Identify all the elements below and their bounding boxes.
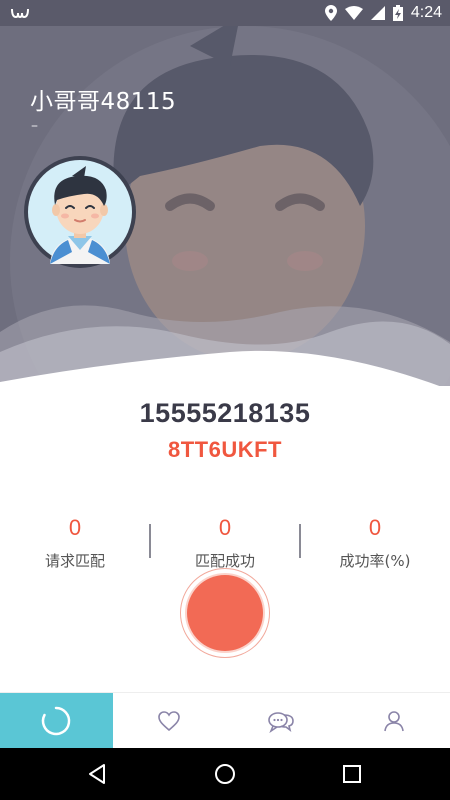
stat-label: 请求匹配 <box>44 552 105 570</box>
invite-code: 8TT6UKFT <box>168 437 282 462</box>
match-button[interactable] <box>180 568 270 658</box>
bottom-tab-bar <box>0 692 450 749</box>
phone-number: 15555218135 <box>139 398 311 428</box>
signal-icon <box>370 6 385 20</box>
tab-favorites[interactable] <box>113 693 226 749</box>
stat-match-success: 0 匹配成功 <box>150 512 300 571</box>
profile-header: 小哥哥48115 – <box>0 26 450 386</box>
status-time: 4:24 <box>410 4 442 21</box>
stat-label: 成功率(%) <box>339 552 411 570</box>
location-icon <box>324 5 337 21</box>
stat-value: 0 <box>68 515 82 540</box>
tab-profile[interactable] <box>338 693 450 749</box>
tab-messages[interactable] <box>225 693 338 749</box>
back-icon[interactable] <box>85 762 109 786</box>
system-nav-bar <box>0 748 450 800</box>
tab-match[interactable] <box>0 693 113 749</box>
notification-icon <box>11 8 29 19</box>
stat-value: 0 <box>218 515 232 540</box>
status-bar: 4:24 <box>0 0 450 26</box>
username: 小哥哥48115 <box>30 89 177 115</box>
home-icon[interactable] <box>213 762 237 786</box>
match-button-core <box>187 575 263 651</box>
signature: – <box>31 118 38 134</box>
stat-value: 0 <box>368 515 382 540</box>
stat-request-match: 0 请求匹配 <box>0 512 150 571</box>
header-wave <box>0 305 450 386</box>
battery-charging-icon <box>392 5 403 21</box>
heart-icon <box>157 711 180 732</box>
recents-icon[interactable] <box>340 762 364 786</box>
avatar[interactable] <box>24 156 136 268</box>
user-icon <box>383 711 404 732</box>
match-loading-icon <box>42 706 71 736</box>
stat-success-rate: 0 成功率(%) <box>300 512 450 571</box>
wifi-icon <box>344 6 363 20</box>
chat-bubbles-icon <box>268 712 295 733</box>
avatar-image <box>28 160 132 264</box>
